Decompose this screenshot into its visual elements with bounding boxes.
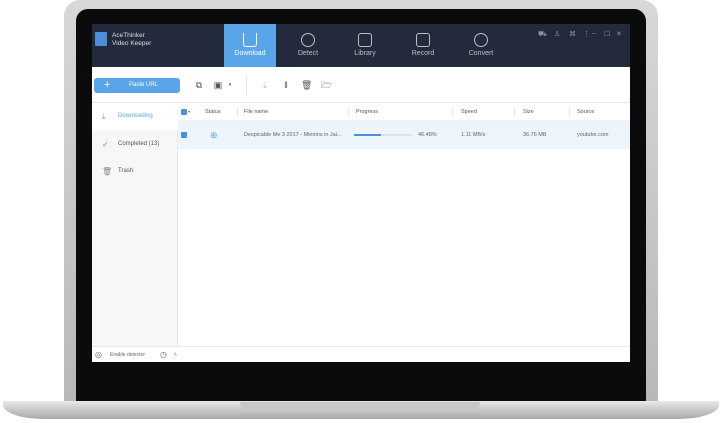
sidebar-label: Completed (13): [118, 141, 160, 147]
sidebar-item-completed[interactable]: ✓ Completed (13): [92, 131, 178, 158]
plus-icon: +: [104, 79, 111, 91]
table-row[interactable]: ⊕ Despicable Me 3 2017 - Minions in Jai.…: [178, 121, 630, 149]
laptop-notch: [240, 402, 480, 411]
cart-icon[interactable]: ⛟: [538, 30, 547, 39]
video-dropdown-icon[interactable]: ▣: [213, 80, 223, 90]
brand-line1: AceThinker: [112, 32, 145, 39]
chevron-down-icon[interactable]: ▾: [225, 80, 235, 90]
download-icon: ⤓: [102, 112, 106, 121]
pause-icon[interactable]: ‖: [281, 80, 291, 90]
row-checkbox[interactable]: [181, 132, 187, 138]
size: 36.76 MB: [523, 132, 547, 138]
divider: [246, 75, 247, 95]
progress-bar: [354, 134, 412, 136]
footer: ◎ Enable detector ◷ ˄: [92, 346, 630, 362]
clock-icon[interactable]: ◷: [160, 347, 167, 362]
header-progress: Progress: [356, 109, 379, 115]
menu-icon[interactable]: ⋮: [583, 30, 590, 38]
chevron-up-icon[interactable]: ˄: [174, 347, 177, 362]
select-all-checkbox[interactable]: [181, 109, 187, 115]
resume-icon[interactable]: ⇣: [260, 80, 270, 90]
user-icon[interactable]: ♙: [554, 30, 560, 38]
header-speed: Speed: [461, 109, 477, 115]
tab-record[interactable]: Record: [397, 24, 449, 67]
progress-text: 46.48%: [418, 132, 437, 138]
app-window: AceThinker Video Keeper Download Detect L…: [92, 24, 630, 362]
header-size: Size: [523, 109, 534, 115]
tab-label: Convert: [468, 50, 494, 57]
sidebar: ⤓ Downloading ✓ Completed (13) 🗑 Trash: [92, 103, 178, 346]
tab-label: Record: [411, 50, 435, 57]
source: youtube.com: [577, 132, 609, 138]
tab-detect[interactable]: Detect: [282, 24, 334, 67]
table-header: ▾ Status File name Progress Speed Size S…: [178, 103, 630, 121]
file-name: Despicable Me 3 2017 - Minions in Jai...: [244, 132, 342, 138]
convert-icon: [474, 33, 488, 47]
sidebar-item-trash[interactable]: 🗑 Trash: [92, 158, 178, 185]
speed: 1.11 MB/s: [461, 132, 486, 138]
completed-icon: ✓: [102, 140, 109, 149]
delete-icon[interactable]: 🗑: [301, 80, 312, 90]
brand: AceThinker Video Keeper: [112, 32, 151, 48]
trash-icon: 🗑: [102, 167, 113, 176]
camera-icon: [416, 33, 430, 47]
close-icon[interactable]: ✕: [616, 30, 622, 38]
sidebar-label: Trash: [118, 168, 134, 174]
tab-label: Download: [234, 50, 266, 57]
folder-icon[interactable]: 🗁: [321, 80, 332, 90]
target-icon: [301, 33, 315, 47]
app-logo-icon: [95, 32, 107, 46]
settings-icon[interactable]: ⌘: [569, 30, 576, 38]
enable-detector-label[interactable]: Enable detector: [110, 347, 145, 362]
header-source: Source: [577, 109, 595, 115]
tab-label: Library: [354, 50, 376, 57]
minimize-icon[interactable]: –: [592, 30, 596, 37]
sidebar-item-downloading[interactable]: ⤓ Downloading: [92, 103, 178, 130]
header-filename: File name: [244, 109, 269, 115]
paste-url-button[interactable]: + Paste URL: [94, 78, 180, 93]
downloading-status-icon: ⊕: [210, 130, 218, 140]
paste-url-label: Paste URL: [129, 82, 159, 88]
tab-download[interactable]: Download: [224, 24, 276, 67]
maximize-icon[interactable]: ☐: [604, 30, 610, 38]
tab-library[interactable]: Library: [339, 24, 391, 67]
sidebar-label: Downloading: [118, 113, 153, 119]
chevron-down-icon[interactable]: ▾: [188, 103, 190, 121]
library-icon: [358, 33, 372, 47]
brand-line2: Video Keeper: [112, 40, 152, 47]
tab-convert[interactable]: Convert: [455, 24, 507, 67]
tab-label: Detect: [297, 50, 319, 57]
download-icon: [243, 33, 257, 47]
progress-fill: [354, 134, 381, 136]
detector-icon[interactable]: ◎: [95, 347, 102, 362]
download-batch-icon[interactable]: ⧉: [194, 80, 204, 90]
header-status: Status: [205, 109, 221, 115]
toolbar: + Paste URL ⧉ ▣ ▾ ⇣ ‖ 🗑 🗁: [92, 67, 630, 103]
header: AceThinker Video Keeper Download Detect L…: [92, 24, 630, 67]
